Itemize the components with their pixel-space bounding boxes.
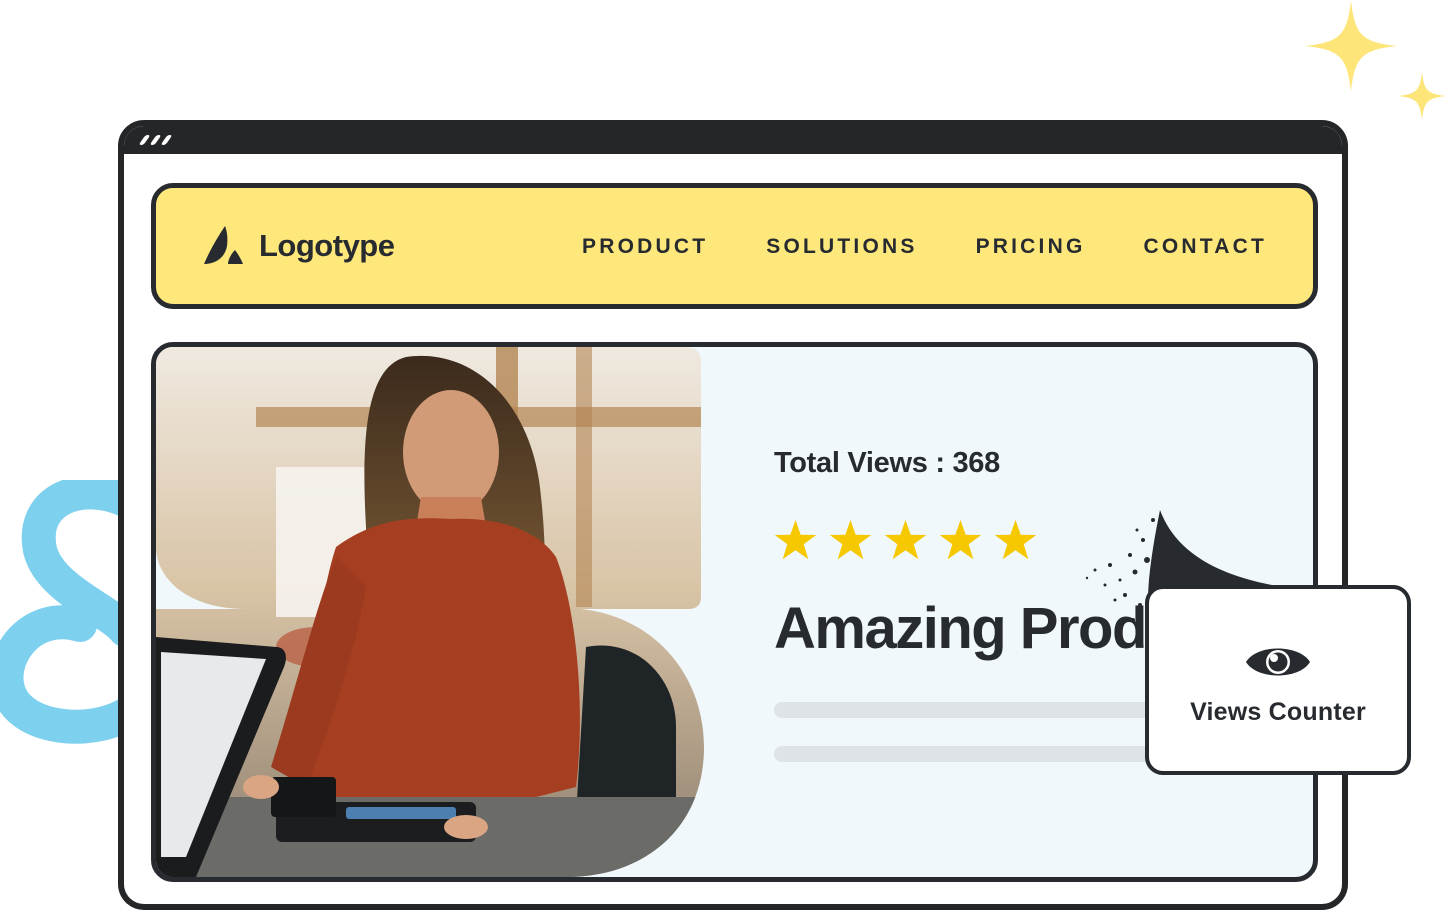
nav-link-solutions[interactable]: SOLUTIONS (766, 235, 917, 259)
nav-link-product[interactable]: PRODUCT (582, 235, 708, 259)
window-dot (160, 135, 173, 145)
window-dot (138, 135, 151, 145)
logo-mark-icon (204, 226, 243, 264)
logo-text: Logotype (259, 228, 395, 263)
eye-icon (1246, 648, 1310, 675)
squiggle-decoration (0, 480, 125, 744)
views-counter-label: Views Counter (1190, 697, 1366, 726)
nav-links: PRODUCT SOLUTIONS PRICING CONTACT (582, 235, 1267, 259)
text-placeholder-bar (774, 702, 1204, 718)
window-dots (138, 135, 173, 145)
star-icon (884, 520, 927, 560)
star-icon (829, 520, 872, 560)
sparkle-large-icon (1305, 0, 1397, 92)
window-dot (149, 135, 162, 145)
nav-link-pricing[interactable]: PRICING (976, 235, 1086, 259)
sparkle-small-icon (1398, 72, 1446, 120)
site-navbar: Logotype PRODUCT SOLUTIONS PRICING CONTA… (151, 183, 1318, 309)
star-icon (994, 520, 1037, 560)
star-icon (774, 520, 817, 560)
views-counter-card[interactable]: Views Counter (1145, 585, 1411, 775)
browser-title-bar (124, 126, 1342, 154)
hero-photo (156, 347, 706, 877)
nav-link-contact[interactable]: CONTACT (1144, 235, 1268, 259)
total-views-counter: Total Views : 368 (774, 447, 1000, 479)
logo[interactable]: Logotype (203, 224, 395, 268)
text-placeholder-bar (774, 746, 1204, 762)
star-icon (939, 520, 982, 560)
